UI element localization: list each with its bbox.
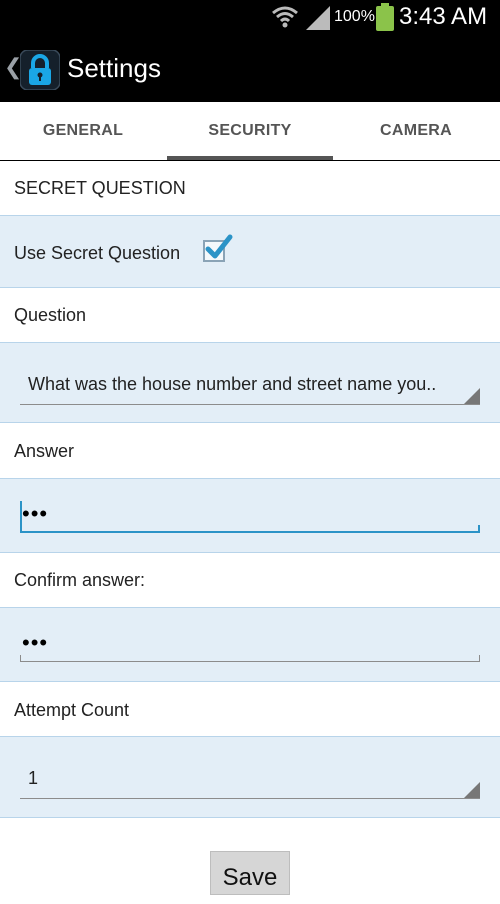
use-secret-question-label: Use Secret Question [14,243,181,263]
clock: 3:43 AM [399,3,488,30]
underline-right-tick [478,525,480,532]
confirm-answer-field[interactable]: ••• [0,607,500,682]
underline-left-tick [20,525,22,532]
wifi-icon [271,4,299,35]
dropdown-arrow-icon [464,388,480,404]
page-title: Settings [67,53,161,83]
attempt-count-label: Attempt Count [14,700,130,720]
confirm-answer-label: Confirm answer: [14,570,146,590]
section-header: SECRET QUESTION [14,178,186,198]
answer-field[interactable]: ••• [0,478,500,553]
attempt-count-selected-value: 1 [28,768,39,788]
attempt-count-underline [20,798,480,799]
tab-camera[interactable]: CAMERA [333,102,499,160]
save-button[interactable]: Save [210,851,290,895]
battery-icon [376,3,394,36]
battery-percent: 100% [334,8,375,25]
answer-label: Answer [14,441,75,461]
tab-selected-indicator [167,156,333,160]
attempt-count-spinner[interactable]: 1 [0,736,500,818]
question-underline [20,404,480,405]
lock-icon[interactable] [19,49,61,91]
dropdown-arrow-icon [464,782,480,798]
tab-general[interactable]: GENERAL [0,102,166,160]
checkmark-icon [203,232,233,267]
underline-right-tick [479,655,480,661]
action-bar: ❮ Settings [0,36,500,102]
question-selected-value: What was the house number and street nam… [28,374,437,394]
question-label: Question [14,305,87,325]
tab-security[interactable]: SECURITY [167,102,333,160]
tab-bar: GENERAL SECURITY CAMERA [0,102,500,161]
question-spinner[interactable]: What was the house number and street nam… [0,342,500,423]
confirm-answer-underline [20,661,480,662]
answer-underline [20,531,480,533]
use-secret-question-row[interactable]: Use Secret Question [0,215,500,288]
use-secret-question-checkbox[interactable] [203,234,233,262]
answer-value: ••• [22,501,49,526]
confirm-answer-value: ••• [22,630,49,655]
status-bar: 100% 3:43 AM [0,0,500,36]
underline-left-tick [20,655,21,661]
signal-icon [306,6,330,35]
